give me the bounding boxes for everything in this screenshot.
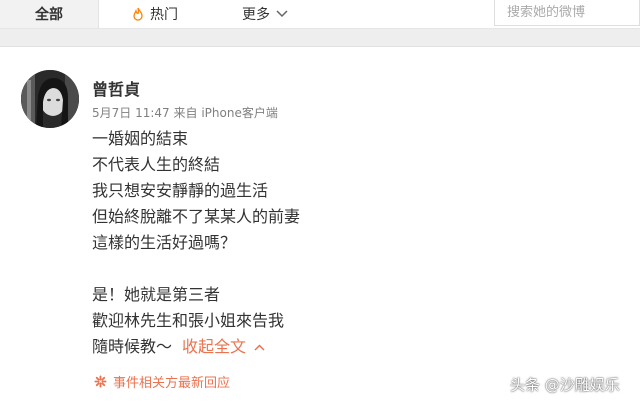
collapse-label: 收起全文 [182, 337, 247, 356]
chevron-up-icon [254, 344, 265, 351]
post-date[interactable]: 5月7日 11:47 [92, 106, 170, 120]
tab-all-label: 全部 [35, 7, 63, 23]
post-line: 一婚姻的結束 [92, 129, 189, 148]
chevron-down-icon [276, 10, 288, 18]
post-line: 歡迎林先生和張小姐來告我 [92, 311, 285, 330]
post-source-prefix: 来自 [173, 106, 198, 120]
post-line: 不代表人生的終結 [92, 155, 221, 174]
post-line: 我只想安安靜靜的過生活 [92, 181, 269, 200]
post-author[interactable]: 曾哲貞 [92, 76, 140, 100]
page-background-band [0, 29, 640, 47]
post-line: 這樣的生活好過嗎？ [92, 233, 237, 252]
fire-icon [133, 7, 143, 21]
related-response-link[interactable]: 事件相关方最新回应 [94, 372, 230, 391]
post-meta: 5月7日 11:47 来自 iPhone客户端 [92, 104, 278, 121]
post-source[interactable]: iPhone客户端 [201, 106, 278, 120]
collapse-button[interactable]: 收起全文 [182, 337, 265, 356]
flower-icon [94, 375, 107, 388]
post-line: 是！她就是第三者 [92, 285, 221, 304]
post-line: 但始終脫離不了某某人的前妻 [92, 207, 301, 226]
tab-hot-label: 热门 [150, 7, 178, 23]
avatar-photo [21, 70, 79, 128]
tab-more[interactable]: 更多 [242, 0, 288, 28]
post-content: 一婚姻的結束 不代表人生的終結 我只想安安靜靜的過生活 但始終脫離不了某某人的前… [92, 126, 472, 360]
search-box [494, 0, 640, 26]
watermark: 头条 @沙雕娱乐 [510, 376, 620, 394]
post-line-last: 隨時候教～ 收起全文 [92, 334, 472, 360]
tab-hot[interactable]: 热门 [132, 0, 178, 28]
search-input[interactable] [507, 5, 631, 20]
tab-more-label: 更多 [242, 7, 270, 23]
avatar[interactable] [21, 70, 79, 128]
top-nav-bar: 全部 热门 更多 [0, 0, 640, 29]
related-response-label: 事件相关方最新回应 [113, 376, 231, 391]
post-line-text: 隨時候教～ [92, 337, 173, 356]
post-line-blank [92, 256, 472, 282]
tab-all[interactable]: 全部 [0, 0, 99, 28]
